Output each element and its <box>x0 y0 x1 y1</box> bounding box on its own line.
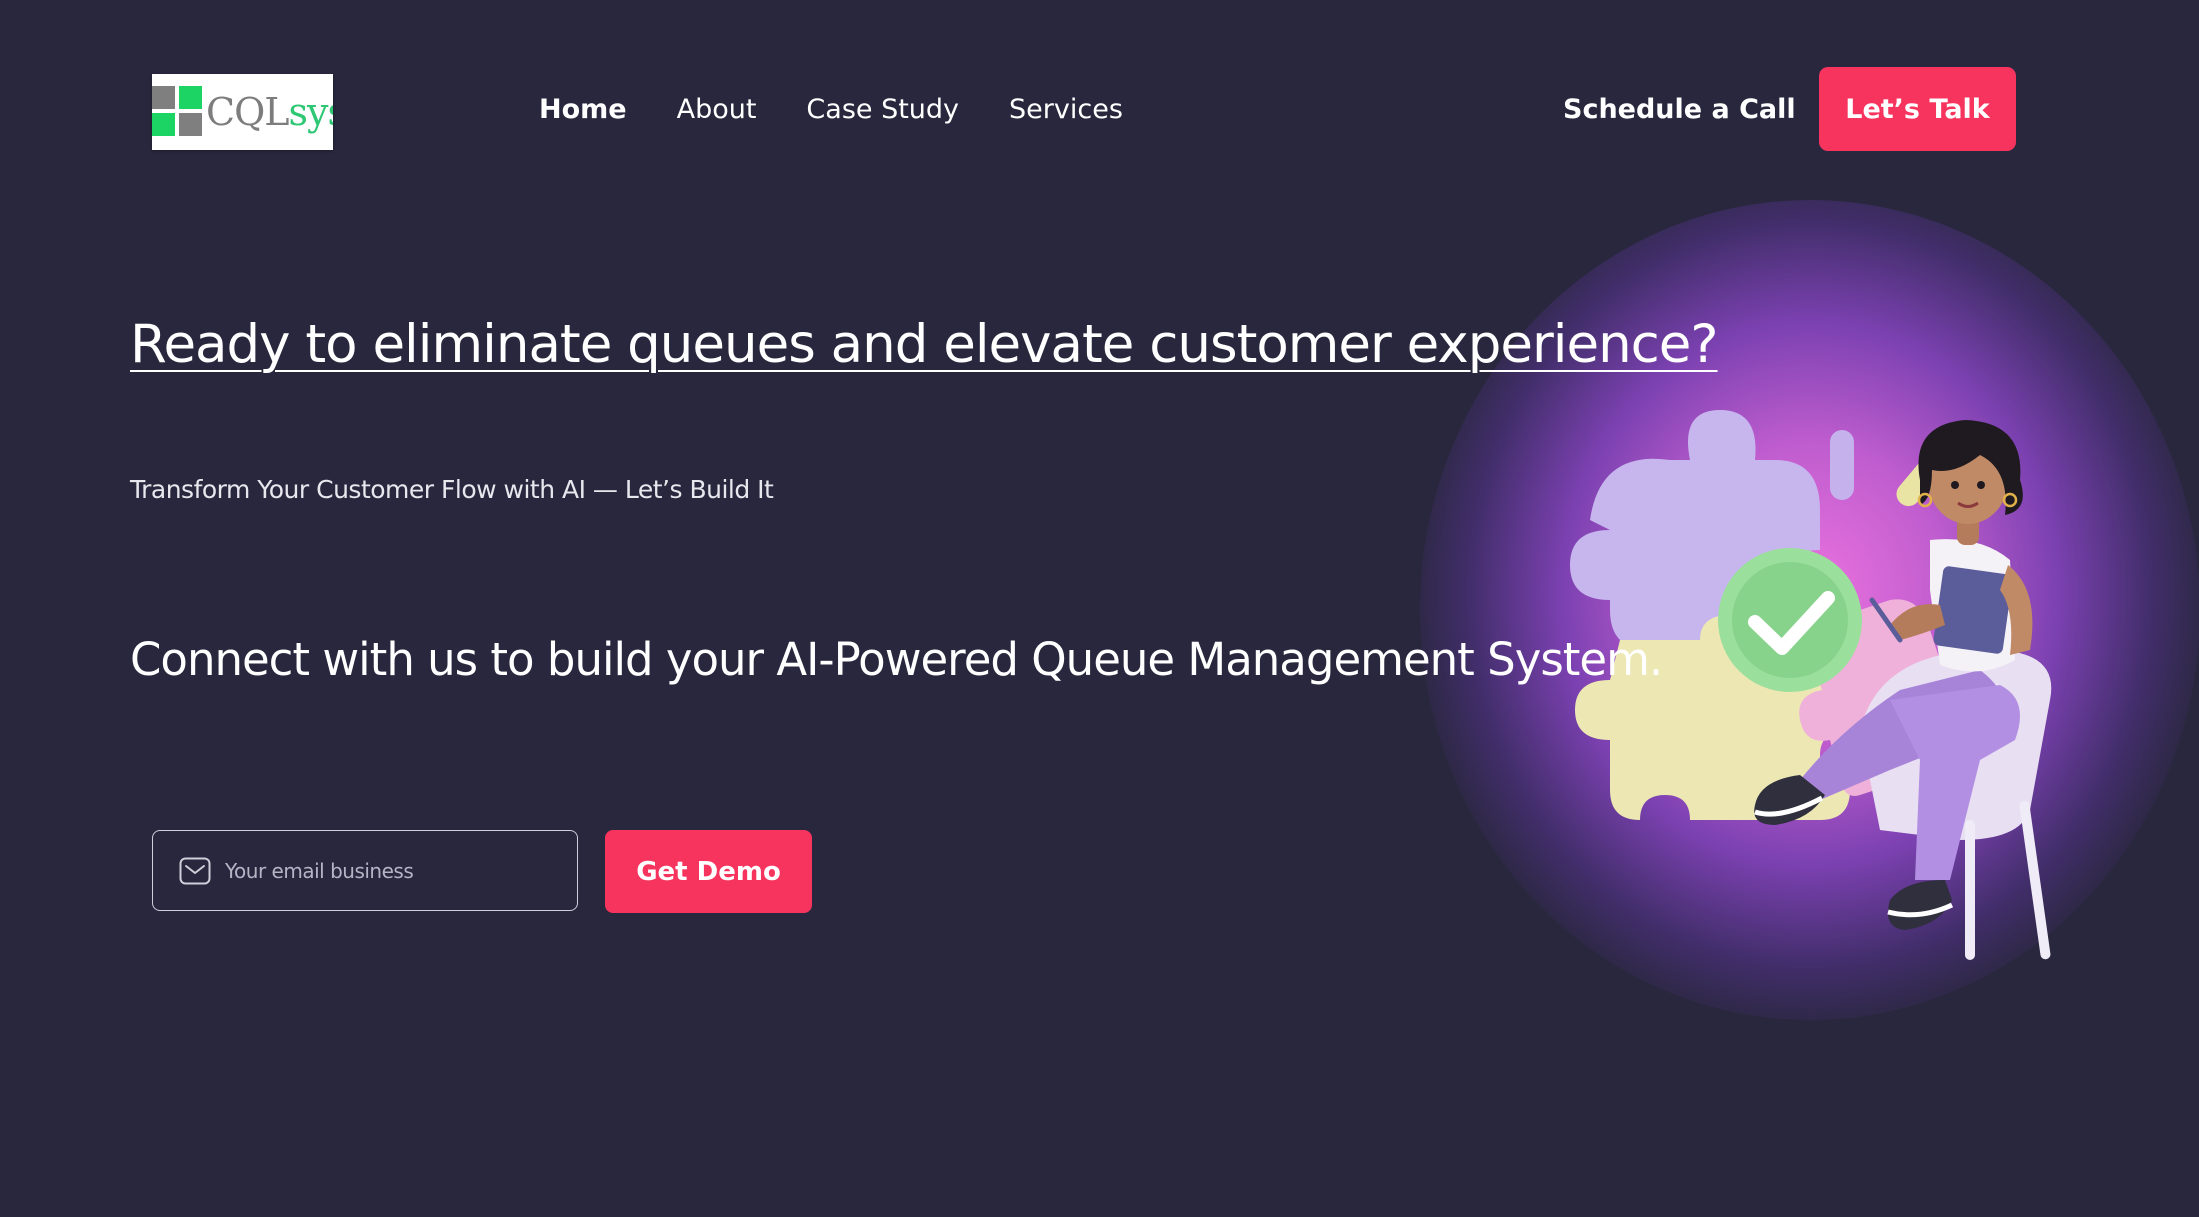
email-field-container[interactable] <box>152 830 578 911</box>
email-input[interactable] <box>223 857 557 884</box>
hero-subheadline: Transform Your Customer Flow with AI — L… <box>130 475 774 504</box>
main-nav: Home About Case Study Services <box>539 88 1123 132</box>
nav-item-about[interactable]: About <box>677 88 757 132</box>
schedule-call-link[interactable]: Schedule a Call <box>1563 88 1796 132</box>
landing-page: CQLsys Home About Case Study Services Sc… <box>0 0 2199 1217</box>
mail-icon <box>179 857 211 884</box>
logo-text-accent: sys <box>288 90 333 134</box>
cqlsys-logo[interactable]: CQLsys <box>152 74 333 150</box>
nav-item-services[interactable]: Services <box>1009 88 1123 132</box>
logo-text-main: CQL <box>206 90 289 134</box>
logo-grid-icon <box>152 86 204 138</box>
hero-connect-text: Connect with us to build your AI-Powered… <box>130 633 1663 686</box>
nav-item-case-study[interactable]: Case Study <box>806 88 959 132</box>
logo-wordmark: CQLsys <box>206 93 333 131</box>
hero-headline[interactable]: Ready to eliminate queues and elevate cu… <box>130 308 1719 382</box>
nav-item-home[interactable]: Home <box>539 88 627 132</box>
get-demo-button[interactable]: Get Demo <box>605 830 812 913</box>
lets-talk-button[interactable]: Let’s Talk <box>1819 67 2016 151</box>
